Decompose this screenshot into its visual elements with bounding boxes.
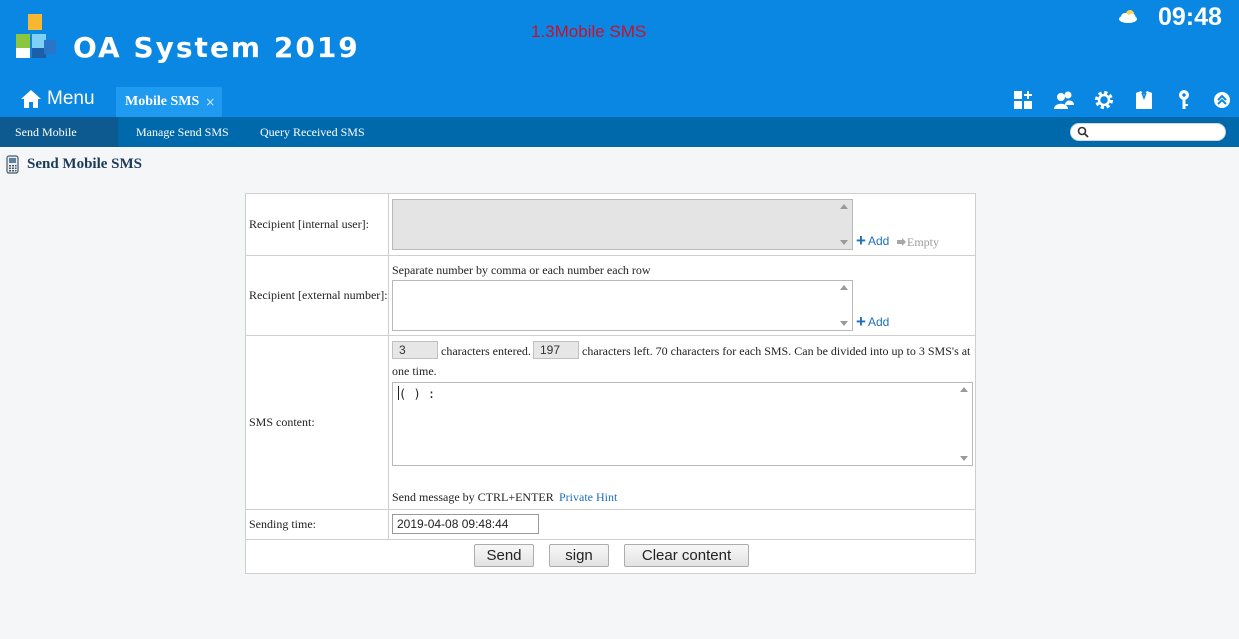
empty-icon (897, 237, 906, 246)
row-internal-recipient: Recipient [internal user]: + Add Empty (246, 194, 975, 256)
sms-content-value: ( ) : (399, 387, 436, 401)
scrollbar[interactable] (837, 200, 852, 249)
sending-time-field: 2019-04-08 09:48:44 (389, 510, 975, 539)
app-logo (16, 14, 56, 58)
sms-form: Recipient [internal user]: + Add Empty Re… (245, 193, 976, 574)
mobile-phone-icon (6, 155, 19, 174)
external-recipient-field: Separate number by comma or each number … (389, 256, 975, 335)
search-icon (1077, 126, 1089, 138)
add-internal-link[interactable]: + Add (856, 232, 890, 249)
subnav-manage-send-sms[interactable]: Manage Send SMS (121, 117, 244, 147)
internal-recipient-textarea[interactable] (392, 199, 853, 250)
chars-entered-count: 3 (392, 341, 438, 359)
external-hint: Separate number by comma or each number … (392, 263, 651, 277)
page-title: Send Mobile SMS (6, 155, 142, 174)
menu-label: Menu (47, 88, 95, 109)
sms-content-label: SMS content: (246, 336, 389, 509)
row-sms-content: SMS content: 3 characters entered. 197 c… (246, 336, 975, 510)
sms-content-textarea[interactable]: ( ) : (392, 382, 973, 466)
add-external-link[interactable]: + Add (856, 313, 890, 330)
page-title-text: Send Mobile SMS (27, 156, 143, 172)
scrollbar[interactable] (957, 383, 972, 465)
apps-icon[interactable] (1012, 89, 1034, 111)
collapse-icon[interactable] (1211, 89, 1233, 111)
search-box[interactable] (1070, 123, 1226, 141)
clear-content-button[interactable]: Clear content (624, 544, 749, 567)
sending-time-input[interactable]: 2019-04-08 09:48:44 (392, 514, 539, 534)
close-icon[interactable]: × (205, 95, 215, 109)
sms-content-field: 3 characters entered. 197 characters lef… (389, 336, 975, 509)
row-sending-time: Sending time: 2019-04-08 09:48:44 (246, 510, 975, 540)
chars-entered-text: characters entered. (441, 344, 531, 358)
tab-mobile-sms[interactable]: Mobile SMS × (116, 87, 222, 117)
top-header: OA System 2019 1.3Mobile SMS 09:48 Menu … (0, 0, 1239, 117)
send-button[interactable]: Send (474, 544, 534, 567)
chars-left-count: 197 (533, 341, 579, 359)
weather-icon (1119, 10, 1137, 23)
private-hint-link[interactable]: Private Hint (559, 490, 617, 505)
section-watermark: 1.3Mobile SMS (531, 22, 647, 41)
internal-recipient-label: Recipient [internal user]: (246, 194, 389, 255)
external-number-textarea[interactable] (392, 280, 853, 331)
internal-recipient-field: + Add Empty (389, 194, 975, 255)
menu-button[interactable]: Menu (20, 86, 95, 112)
settings-icon[interactable] (1093, 89, 1115, 111)
external-recipient-label: Recipient [external number]: (246, 256, 389, 335)
tab-label: Mobile SMS (125, 94, 200, 109)
empty-link[interactable]: Empty (896, 235, 939, 250)
clock: 09:48 (1158, 3, 1222, 31)
sign-button[interactable]: sign (549, 544, 609, 567)
search-input[interactable] (1093, 125, 1225, 141)
row-buttons: Send sign Clear content (246, 540, 975, 573)
row-external-recipient: Recipient [external number]: Separate nu… (246, 256, 975, 336)
home-icon (21, 90, 41, 108)
scrollbar[interactable] (837, 281, 852, 330)
subnav-query-received-sms[interactable]: Query Received SMS (245, 117, 380, 147)
shirt-icon[interactable] (1133, 89, 1155, 111)
send-shortcut-hint: Send message by CTRL+ENTER (392, 490, 554, 504)
add-label: Add (867, 234, 890, 248)
add-label: Add (867, 315, 890, 329)
empty-label: Empty (907, 235, 939, 249)
key-icon[interactable] (1173, 89, 1195, 111)
users-icon[interactable] (1053, 89, 1075, 111)
chars-left-text-continued: one time. (392, 364, 437, 378)
subnav-send-sms[interactable]: Send Mobile SMS (0, 117, 118, 169)
sending-time-label: Sending time: (246, 510, 389, 539)
sub-navigation: Send Mobile SMS Manage Send SMS Query Re… (0, 117, 1239, 169)
app-title: OA System 2019 (73, 31, 360, 64)
chars-left-text: characters left. 70 characters for each … (582, 344, 971, 358)
